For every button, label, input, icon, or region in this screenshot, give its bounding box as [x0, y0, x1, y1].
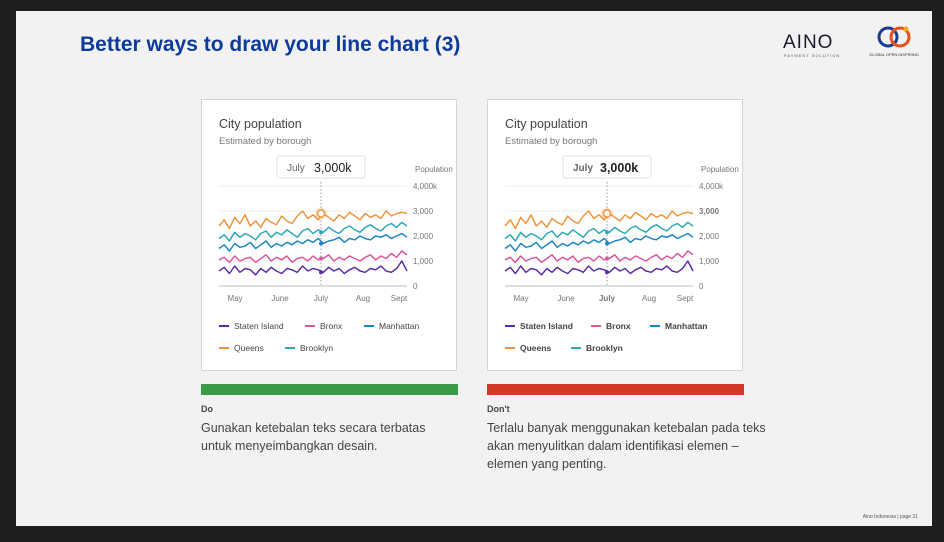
aino-logo-text: AINO: [783, 32, 833, 53]
do-indicator-bar: [201, 384, 458, 395]
highlight-point: [602, 209, 612, 218]
series-point: [605, 230, 609, 235]
y-tick-label: 1,000: [699, 257, 720, 266]
series-point: [605, 241, 609, 246]
x-tick-label: Aug: [356, 294, 370, 303]
tooltip-month: July: [573, 163, 593, 174]
legend-label: Queens: [234, 343, 264, 353]
tooltip-value: 3,000k: [600, 161, 638, 175]
series-line-staten-island: [504, 260, 694, 276]
y-axis-title: Population: [701, 165, 739, 174]
series-point: [319, 256, 323, 261]
series-point: [605, 256, 609, 261]
line-chart-dont: 4,000k 3,000 2,000 1,000 0 Population May June J…: [504, 155, 739, 353]
series-line-brooklyn: [504, 221, 694, 242]
y-axis-title: Population: [415, 165, 453, 174]
legend-label: Queens: [520, 343, 551, 353]
aino-logo-tagline: PAYMENT SOLUTION: [784, 53, 840, 58]
dont-description: Terlalu banyak menggunakan ketebalan pad…: [487, 421, 766, 471]
goi-logo: GLOBAL OPEN INSPIRING: [869, 26, 919, 57]
tooltip: July 3,000k: [276, 155, 366, 179]
legend-label: Brooklyn: [586, 343, 623, 353]
do-label: Do: [201, 404, 213, 414]
chart-card-dont: City population Estimated by borough 4,0…: [487, 99, 743, 371]
legend-label: Manhattan: [665, 321, 708, 331]
x-tick-label: Sept: [391, 294, 408, 303]
series-line-staten-island: [218, 260, 408, 276]
dont-label: Don't: [487, 404, 510, 414]
y-tick-label: 1,000: [413, 257, 434, 266]
goi-logo-text: GLOBAL OPEN INSPIRING: [869, 52, 919, 57]
y-tick-label: 0: [699, 282, 704, 291]
slide-footer: Aino Indonesia | page 31: [862, 514, 918, 520]
y-tick-label: 3,000: [413, 207, 434, 216]
series-line-queens: [504, 210, 694, 230]
x-tick-label: July: [314, 294, 328, 303]
aino-logo: AINO PAYMENT SOLUTION: [783, 32, 840, 58]
y-tick-label: 2,000: [699, 232, 720, 241]
y-tick-label: 0: [413, 282, 418, 291]
dont-indicator-bar: [487, 384, 744, 395]
y-tick-label: 3,000: [699, 207, 720, 216]
tooltip-month: July: [287, 163, 305, 174]
x-tick-label: July: [599, 294, 616, 303]
legend-label: Staten Island: [234, 321, 284, 331]
series-point: [319, 270, 323, 275]
legend-label: Staten Island: [520, 321, 573, 331]
y-tick-label: 4,000k: [413, 182, 438, 191]
legend-label: Manhattan: [379, 321, 419, 331]
series-point: [605, 270, 609, 275]
tooltip-value: 3,000k: [314, 161, 352, 175]
x-tick-label: Aug: [642, 294, 656, 303]
x-tick-label: Sept: [677, 294, 694, 303]
x-tick-label: June: [557, 294, 575, 303]
legend-label: Bronx: [606, 321, 631, 331]
x-tick-label: June: [271, 294, 289, 303]
x-tick-label: May: [513, 294, 528, 303]
do-description: Gunakan ketebalan teks secara terbatas u…: [201, 421, 426, 453]
chart-card-do: City population Estimated by borough 4,0…: [201, 99, 457, 371]
tooltip: July 3,000k: [562, 155, 652, 179]
highlight-point: [316, 209, 326, 218]
y-tick-label: 2,000: [413, 232, 434, 241]
series-point: [319, 230, 323, 235]
series-point: [319, 241, 323, 246]
line-chart-do: 4,000k 3,000 2,000 1,000 0 Population May June J…: [218, 155, 453, 353]
y-tick-label: 4,000k: [699, 182, 724, 191]
legend-label: Bronx: [320, 321, 343, 331]
legend-label: Brooklyn: [300, 343, 333, 353]
series-line-brooklyn: [218, 221, 408, 242]
slide: Better ways to draw your line chart (3) …: [16, 11, 932, 526]
series-line-queens: [218, 210, 408, 230]
x-tick-label: May: [227, 294, 242, 303]
slide-title: Better ways to draw your line chart (3): [80, 33, 461, 56]
